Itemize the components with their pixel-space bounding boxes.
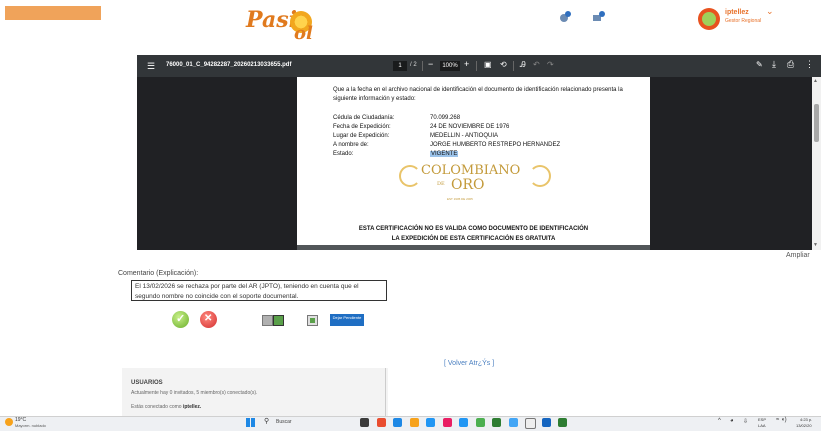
download-icon[interactable]: ⤓ — [772, 59, 776, 70]
field-label: A nombre de: — [333, 142, 369, 148]
comment-textarea[interactable]: El 13/02/2026 se rechaza por parte del A… — [131, 280, 387, 301]
clock-time[interactable]: 4:23 p. — [800, 417, 812, 422]
pdf-scrollbar[interactable] — [812, 77, 821, 250]
field-value: JORGE HUMBERTO RESTREPO HERNANDEZ — [430, 142, 561, 148]
tray-drive-icon[interactable]: ⇩ — [743, 418, 748, 425]
tool-toggle-icon[interactable] — [262, 315, 273, 326]
zoom-in-button[interactable]: + — [464, 59, 469, 69]
taskbar-search[interactable]: Buscar — [276, 419, 292, 425]
users-online-count: Actualmente hay 0 invitados, 5 miembro(s… — [131, 390, 258, 396]
keyboard-layout[interactable]: LAA — [758, 423, 766, 428]
comment-label: Comentario (Explicación): — [118, 270, 199, 277]
weather-icon[interactable] — [5, 418, 13, 426]
certification-free-note: LA EXPEDICIÓN DE ESTA CERTIFICACIÓN ES G… — [391, 236, 556, 242]
status-value: VIGENTE — [430, 151, 459, 157]
scroll-down-icon[interactable]: ▼ — [813, 242, 818, 248]
windows-start-icon[interactable] — [246, 418, 255, 427]
user-avatar[interactable] — [698, 8, 720, 30]
seal-oro: ORO — [451, 177, 485, 193]
taskbar-app-icon[interactable] — [442, 418, 452, 427]
undo-icon[interactable]: ↶ — [533, 60, 540, 69]
document-intro: Que a la fecha en el archivo nacional de… — [333, 87, 623, 102]
field-label: Estado: — [333, 151, 354, 157]
taskbar-app-icon[interactable] — [492, 418, 501, 427]
taskbar-app-icon[interactable] — [393, 418, 402, 427]
tray-expand-icon[interactable]: ^ — [718, 418, 721, 424]
field-value: MEDELLIN - ANTIOQUIA — [430, 133, 499, 139]
taskbar-app-icon[interactable] — [459, 418, 468, 427]
tool-select-icon[interactable] — [307, 315, 318, 326]
seal-wing-right — [529, 165, 551, 187]
tool-active-icon[interactable] — [273, 315, 284, 326]
zoom-out-button[interactable]: − — [428, 59, 433, 69]
taskbar-app-icon[interactable] — [525, 418, 536, 429]
menu-icon[interactable]: ☰ — [147, 61, 155, 72]
logged-in-as: Estás conectado como iptellez. — [131, 404, 201, 410]
taskbar-app-icon[interactable] — [475, 418, 485, 427]
fit-page-icon[interactable]: ▣ — [484, 60, 492, 69]
toolbar-divider — [476, 61, 477, 71]
print-icon[interactable]: ⎙ — [787, 59, 794, 70]
panel-divider — [385, 368, 386, 416]
back-link[interactable]: [ Volver Atr¿Ýs ] — [444, 360, 494, 367]
approve-check-icon[interactable] — [172, 311, 189, 328]
highlight-icon[interactable]: Ꭿ — [520, 60, 526, 70]
chevron-down-icon[interactable]: ⌄ — [766, 6, 774, 17]
field-label: Lugar de Expedición: — [333, 133, 390, 139]
logged-in-user: iptellez. — [182, 404, 202, 410]
annotate-icon[interactable]: ✎ — [756, 60, 763, 69]
brand-bar — [5, 6, 101, 20]
ampliar-link[interactable]: Ampliar — [786, 252, 810, 259]
wifi-volume-icon[interactable]: ≈ ◖) — [776, 417, 787, 423]
taskbar-app-icon[interactable] — [409, 418, 419, 427]
field-value: 70.099.268 — [430, 115, 461, 121]
redo-icon[interactable]: ↷ — [547, 60, 554, 69]
reject-x-icon[interactable] — [200, 311, 217, 328]
messages-icon[interactable] — [592, 10, 606, 24]
leave-pending-button[interactable]: Dejar Pendiente — [330, 314, 364, 326]
colombiano-de-oro-seal: COLOMBIANO DE ORO EST 1905 DE 2005 — [397, 163, 551, 203]
zoom-level-input[interactable]: 100% — [440, 61, 460, 71]
field-label: Fecha de Expedición: — [333, 124, 391, 130]
pdf-scrollbar-thumb[interactable] — [814, 104, 819, 142]
pdf-filename: 76000_01_C_94282287_20260213033655.pdf — [166, 62, 292, 68]
search-icon[interactable]: ⚲ — [264, 417, 269, 425]
taskbar-app-icon[interactable] — [426, 418, 435, 427]
page-total: / 2 — [410, 62, 417, 68]
toolbar-divider — [422, 61, 423, 71]
taskbar-app-icon[interactable] — [558, 418, 567, 427]
certification-warning: ESTA CERTIFICACIÓN NO ES VALIDA COMO DOC… — [358, 226, 589, 232]
seal-name: COLOMBIANO — [421, 163, 521, 178]
notifications-icon[interactable] — [558, 10, 572, 24]
rotate-icon[interactable]: ⟲ — [500, 60, 507, 69]
field-value: 24 DE NOVIEMBRE DE 1976 — [430, 124, 510, 130]
tray-app-icon[interactable]: ◕ — [730, 418, 734, 424]
seal-year: EST 1905 DE 2005 — [447, 197, 473, 201]
pasivosol-logo[interactable]: Pasiv ol — [232, 3, 342, 45]
seal-wing-left — [399, 165, 421, 187]
more-options-icon[interactable]: ⋮ — [805, 59, 814, 70]
page-number-input[interactable]: 1 — [393, 61, 407, 71]
taskbar-app-icon[interactable] — [376, 418, 386, 427]
field-label: Cédula de Ciudadanía: — [333, 115, 395, 121]
logged-in-prefix: Estás conectado como — [131, 404, 182, 410]
scroll-up-icon[interactable]: ▲ — [813, 78, 818, 84]
taskbar-app-icon[interactable] — [360, 418, 369, 427]
logo-text-sol: ol — [294, 23, 313, 44]
seal-de: DE — [437, 181, 445, 187]
user-name[interactable]: iptellez — [725, 9, 749, 16]
user-role: Gestor Regional — [725, 18, 762, 24]
taskbar-app-icon[interactable] — [541, 418, 551, 427]
clock-date[interactable]: 13/02/20 — [796, 423, 812, 428]
pdf-left-area — [137, 77, 297, 250]
users-title: USUARIOS — [131, 380, 163, 386]
language-indicator[interactable]: ESP — [758, 417, 766, 422]
pdf-right-area — [650, 77, 812, 250]
taskbar-app-icon[interactable] — [508, 418, 518, 427]
weather-description: Mayorm. nublado — [15, 423, 46, 428]
toolbar-divider — [513, 61, 514, 71]
